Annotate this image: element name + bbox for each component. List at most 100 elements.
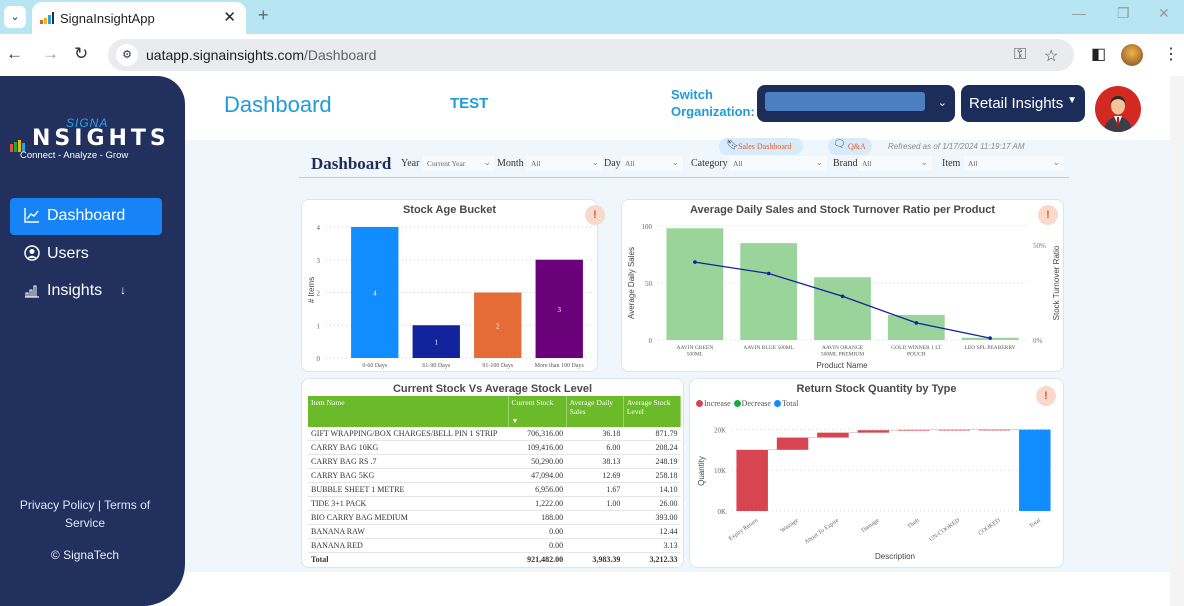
close-tab-icon[interactable]: ✕ xyxy=(223,8,236,26)
reload-icon[interactable]: ↻ xyxy=(74,44,88,64)
table-row[interactable]: BUBBLE SHEET 1 METRE 6,956.00 1.67 14.10 xyxy=(308,482,681,497)
x-tick-label: Total xyxy=(1028,518,1042,530)
table-row[interactable]: GIFT WRAPPING/BOX CHARGES/BELL PIN 1 STR… xyxy=(308,427,681,441)
x-tick-label: Wastage xyxy=(780,518,800,535)
line-point xyxy=(988,336,992,340)
current-stock-cell: 0.00 xyxy=(508,538,567,553)
sidebar: SIGNA NSIGHTS Connect - Analyze - Grow D… xyxy=(0,76,185,606)
month-select[interactable]: All ⌄ xyxy=(527,156,603,171)
y2-tick-label: 0% xyxy=(1033,337,1043,345)
y-tick-label: 2 xyxy=(317,290,321,298)
app-favicon-icon xyxy=(40,12,54,24)
profile-avatar[interactable] xyxy=(1121,44,1143,66)
y-tick-label: 0 xyxy=(317,355,321,363)
table-row[interactable]: CARRY BAG 5KG 47,094.00 12.69 258.18 xyxy=(308,468,681,483)
item-name-cell: CARRY BAG RS .7 xyxy=(308,454,509,469)
chat-bubble-icon: 🗨︎ xyxy=(833,139,846,150)
average-stock-level-cell: 14.10 xyxy=(623,482,681,497)
window-close-icon[interactable]: ✕ xyxy=(1158,5,1170,22)
x-axis-title: Product Name xyxy=(816,361,868,370)
tab-title: SignaInsightApp xyxy=(60,11,155,26)
switch-organization-label: Switch Organization: xyxy=(671,87,755,119)
y-axis-title: Average Daily Sales xyxy=(627,247,636,319)
x-tick-label: 500ML PREMIUM xyxy=(821,352,864,358)
password-key-icon[interactable]: ⚿ xyxy=(1014,46,1026,64)
minimize-icon[interactable]: — xyxy=(1072,5,1086,21)
total-cell: 921,482.00 xyxy=(508,552,567,566)
table-row[interactable]: BANANA RAW 0.00 12.44 xyxy=(308,524,681,539)
signa-insights-logo: SIGNA NSIGHTS Connect - Analyze - Grow xyxy=(10,106,180,166)
average-daily-sales-cell xyxy=(566,538,624,553)
total-cell: Total xyxy=(308,552,509,566)
table-row[interactable]: BIO CARRY BAG MEDIUM 188.00 393.00 xyxy=(308,510,681,525)
restore-icon[interactable]: ❐ xyxy=(1117,5,1130,22)
x-tick-label: AAVIN BLUE 500ML xyxy=(743,345,794,351)
item-select[interactable]: All ⌄ xyxy=(964,156,1064,171)
qa-link[interactable]: 🗨︎ Q&A xyxy=(828,138,872,155)
current-stock-cell: 0.00 xyxy=(508,524,567,539)
retail-insights-dropdown[interactable]: Retail Insights ▼ xyxy=(961,85,1085,122)
table-row[interactable]: CARRY BAG RS .7 50,290.00 38.13 248.19 xyxy=(308,454,681,469)
organization-select[interactable]: ⌄ xyxy=(757,85,955,122)
column-header-average-stock-level[interactable]: Average Stock Level xyxy=(623,396,682,427)
average-stock-level-cell: 258.18 xyxy=(623,468,681,483)
x-tick-label: COOKED xyxy=(978,517,1002,537)
current-stock-table-card: Current Stock Vs Average Stock Level Ite… xyxy=(301,378,684,568)
filter-brand: Brand All ⌄ xyxy=(833,156,932,171)
privacy-policy-link[interactable]: Privacy Policy xyxy=(20,498,95,512)
x-tick-label: UN-COOKED xyxy=(929,517,962,543)
current-stock-cell: 188.00 xyxy=(508,510,567,525)
copyright: © SignaTech xyxy=(50,548,120,562)
sort-descending-icon: ▼ xyxy=(511,417,519,425)
sidebar-item-users[interactable]: Users xyxy=(10,236,162,273)
expand-arrow-icon[interactable]: ↓ xyxy=(120,283,126,297)
column-header-current-stock[interactable]: Current Stock ▼ xyxy=(508,396,567,427)
data-label: 1 xyxy=(435,339,439,347)
total-cell: 3,983.39 xyxy=(566,552,624,566)
tab-search-icon[interactable]: ⌄ xyxy=(4,6,26,28)
brand-select[interactable]: All ⌄ xyxy=(858,156,932,171)
table-title: Current Stock Vs Average Stock Level xyxy=(392,383,593,395)
current-stock-cell: 47,094.00 xyxy=(508,468,567,483)
user-avatar[interactable] xyxy=(1095,86,1141,132)
average-stock-level-cell: 248.19 xyxy=(623,454,681,469)
table-row[interactable]: TIDE 3+1 PACK 1,222.00 1.00 26.00 xyxy=(308,496,681,511)
table-row[interactable]: CARRY BAG 10KG 109,416.00 6.00 208.24 xyxy=(308,440,681,455)
average-stock-level-cell: 393.00 xyxy=(623,510,681,525)
average-daily-sales-cell: 1.67 xyxy=(566,482,624,497)
more-menu-icon[interactable]: ⋮ xyxy=(1163,44,1179,64)
browser-tab[interactable]: SignaInsightApp ✕ xyxy=(32,2,246,34)
page-title: Dashboard xyxy=(224,92,332,117)
sales-dashboard-link[interactable]: 🔖︎ Sales Dashboard xyxy=(719,138,803,155)
url-text: uatapp.signainsights.com/Dashboard xyxy=(146,47,377,63)
bookmark-star-icon[interactable]: ☆ xyxy=(1044,46,1058,66)
site-settings-icon[interactable]: ⚙ xyxy=(116,44,138,66)
average-daily-sales-cell xyxy=(566,510,624,525)
x-tick-label: Theft xyxy=(906,517,921,530)
page-scroll-gutter xyxy=(1170,76,1184,606)
app-shell: SIGNA NSIGHTS Connect - Analyze - Grow D… xyxy=(0,76,1170,606)
sidebar-item-insights[interactable]: Insights ↓ xyxy=(10,273,162,310)
y-tick-label: 100 xyxy=(642,223,653,231)
average-daily-sales-card: Average Daily Sales and Stock Turnover R… xyxy=(621,199,1064,372)
current-stock-cell: 50,290.00 xyxy=(508,454,567,469)
category-select[interactable]: All ⌄ xyxy=(729,156,827,171)
current-stock-cell: 109,416.00 xyxy=(508,440,567,455)
item-name-cell: BANANA RED xyxy=(308,538,509,553)
side-panel-icon[interactable]: ◧ xyxy=(1091,44,1106,64)
table-row[interactable]: BANANA RED 0.00 3.13 xyxy=(308,538,681,553)
address-bar[interactable]: ⚙ uatapp.signainsights.com/Dashboard ⚿ ☆ xyxy=(108,39,1074,71)
back-icon[interactable]: ← xyxy=(6,44,23,64)
average-stock-level-cell: 208.24 xyxy=(623,440,681,455)
year-select[interactable]: Current Year ⌄ xyxy=(423,156,495,171)
sidebar-item-dashboard[interactable]: Dashboard xyxy=(10,198,162,235)
column-header-item-name[interactable]: Item Name xyxy=(308,396,509,427)
new-tab-icon[interactable]: + xyxy=(258,5,269,26)
day-select[interactable]: All ⌄ xyxy=(621,156,683,171)
forward-icon[interactable]: → xyxy=(42,44,59,64)
filter-category: Category All ⌄ xyxy=(691,156,827,171)
column-header-average-daily-sales[interactable]: Average Daily Sales xyxy=(566,396,624,427)
x-tick-label: AAVIN ORANGE xyxy=(822,345,864,351)
x-tick-label: LEO SPL PEABERRY xyxy=(965,345,1016,351)
item-name-cell: CARRY BAG 10KG xyxy=(308,440,509,455)
